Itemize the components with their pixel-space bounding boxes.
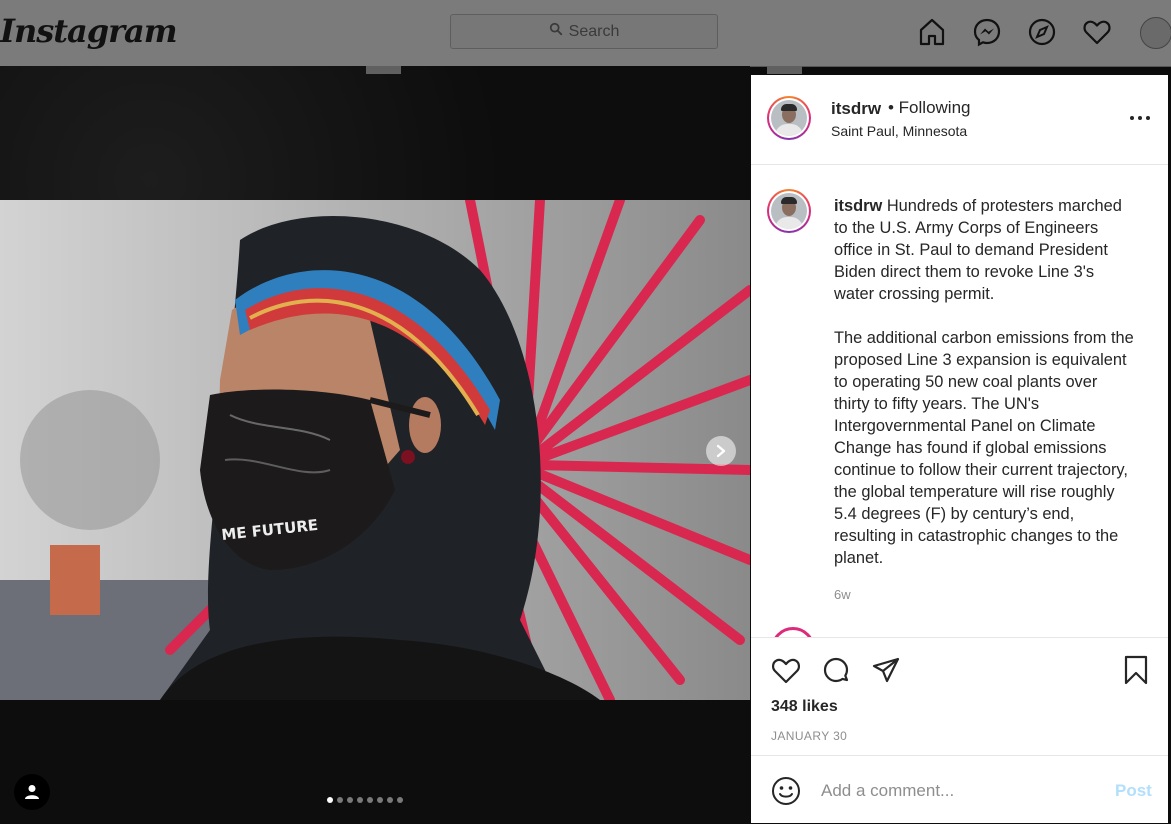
author-avatar[interactable]: [767, 96, 811, 140]
activity-heart-icon[interactable]: [1081, 16, 1112, 47]
post-media: ME FUTURE: [0, 66, 750, 823]
home-icon[interactable]: [916, 16, 947, 47]
post-caption: itsdrw Hundreds of protesters marched to…: [834, 195, 1136, 569]
emoji-icon[interactable]: [771, 776, 801, 806]
like-heart-icon[interactable]: [770, 654, 802, 686]
post-photo[interactable]: ME FUTURE: [0, 200, 750, 700]
post-comment-button[interactable]: Post: [1115, 781, 1152, 801]
caption-time-ago: 6w: [834, 587, 851, 602]
next-slide-button[interactable]: [706, 436, 736, 466]
carousel-indicator: [327, 797, 403, 803]
more-options-button[interactable]: [1128, 108, 1152, 128]
caption-username[interactable]: itsdrw: [834, 197, 882, 215]
post-header: itsdrw • Following Saint Paul, Minnesota: [751, 75, 1168, 165]
author-username[interactable]: itsdrw: [831, 99, 881, 119]
save-bookmark-icon[interactable]: [1120, 654, 1152, 686]
carousel-dot: [327, 797, 333, 803]
protester-photo-illustration: ME FUTURE: [0, 200, 750, 700]
nav-icons: [916, 16, 1112, 47]
post-details-panel: itsdrw • Following Saint Paul, Minnesota…: [751, 75, 1168, 823]
following-status[interactable]: • Following: [888, 98, 971, 118]
share-icon[interactable]: [870, 654, 902, 686]
search-box[interactable]: Search: [450, 14, 718, 49]
like-count[interactable]: 348 likes: [771, 698, 838, 716]
carousel-dot: [357, 797, 363, 803]
chevron-right-icon: [716, 444, 726, 458]
post-actions: 348 likes JANUARY 30: [751, 637, 1168, 755]
carousel-dot: [367, 797, 373, 803]
caption-author-avatar[interactable]: [767, 189, 811, 233]
add-comment-bar: Post: [751, 755, 1168, 824]
carousel-dot: [397, 797, 403, 803]
carousel-dot: [387, 797, 393, 803]
instagram-logo[interactable]: Instagram: [0, 12, 178, 50]
messenger-icon[interactable]: [971, 16, 1002, 47]
scroll-tab: [366, 66, 401, 74]
tagged-users-button[interactable]: [14, 774, 50, 810]
comment-input[interactable]: [819, 776, 1093, 806]
post-location[interactable]: Saint Paul, Minnesota: [831, 123, 967, 139]
post-date[interactable]: JANUARY 30: [771, 729, 847, 743]
search-placeholder: Search: [568, 22, 620, 40]
comments-section: itsdrw Hundreds of protesters marched to…: [751, 165, 1168, 637]
explore-icon[interactable]: [1026, 16, 1057, 47]
top-nav-bar: Instagram Search: [0, 0, 1171, 67]
comment-icon[interactable]: [820, 654, 852, 686]
more-icon: [1130, 116, 1150, 120]
carousel-dot: [377, 797, 383, 803]
scroll-tab: [767, 66, 802, 74]
caption-text: Hundreds of protesters marched to the U.…: [834, 197, 1134, 567]
carousel-dot: [337, 797, 343, 803]
profile-avatar[interactable]: [1140, 17, 1171, 49]
search-icon: [549, 22, 563, 41]
next-comment-avatar[interactable]: [771, 627, 815, 637]
carousel-dot: [347, 797, 353, 803]
user-icon: [25, 785, 39, 799]
